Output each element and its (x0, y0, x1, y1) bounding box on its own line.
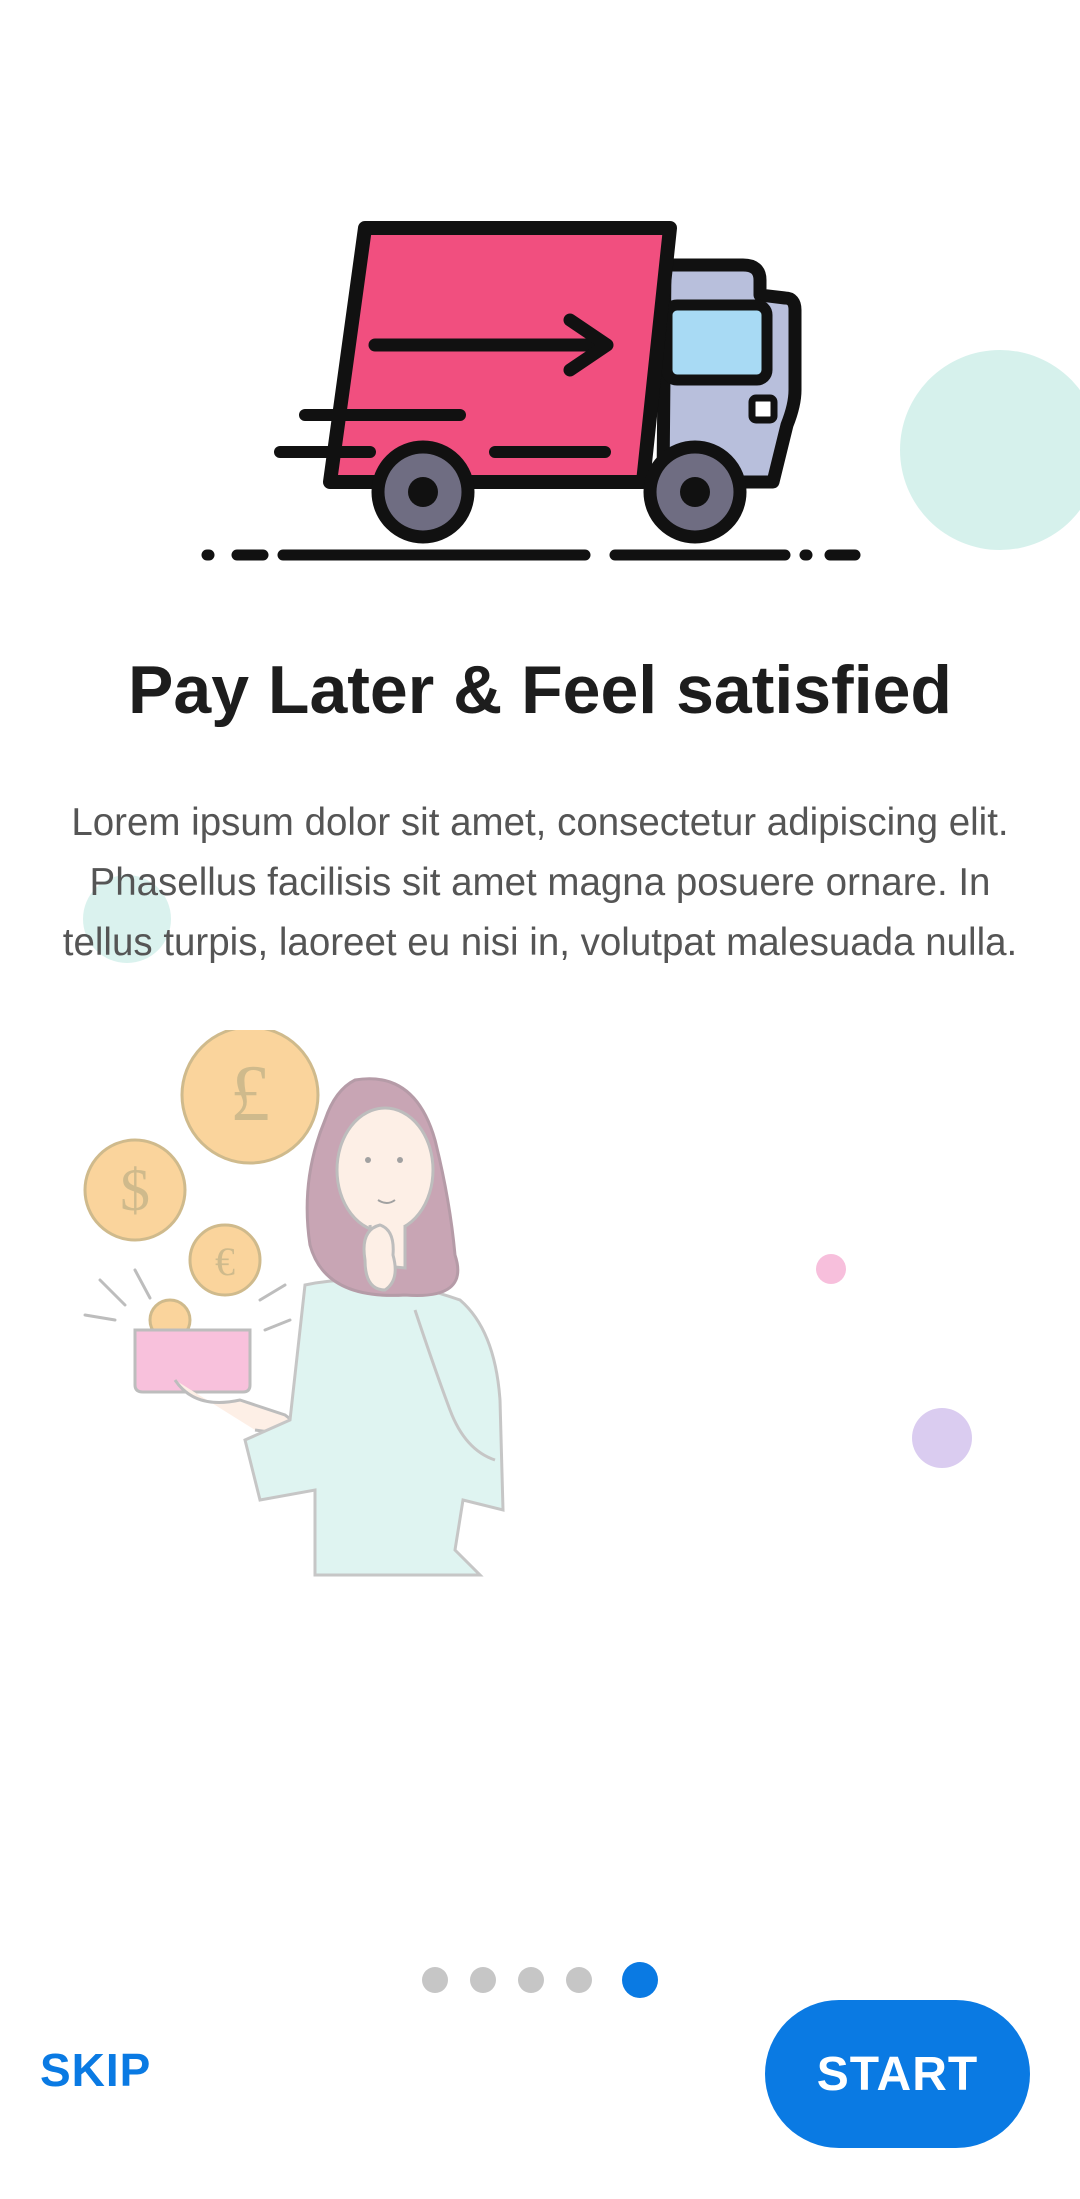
decorative-circle-purple (912, 1408, 972, 1468)
start-button[interactable]: START (765, 2000, 1030, 2148)
svg-text:€: € (215, 1239, 235, 1284)
onboarding-description: Lorem ipsum dolor sit amet, consectetur … (62, 801, 1018, 964)
page-dot[interactable] (518, 1967, 544, 1993)
page-dot-active[interactable] (622, 1962, 658, 1998)
page-indicator (0, 1962, 1080, 1998)
onboarding-title: Pay Later & Feel satisfied (128, 652, 952, 728)
decorative-circle-teal (900, 350, 1080, 550)
decorative-circle-pink (816, 1254, 846, 1284)
page-dot[interactable] (470, 1967, 496, 1993)
delivery-truck-icon (201, 221, 861, 561)
woman-thinking-coins-icon: £ $ € (83, 1030, 505, 1577)
svg-text:$: $ (120, 1157, 150, 1223)
page-dot[interactable] (422, 1967, 448, 1993)
svg-text:£: £ (230, 1050, 270, 1138)
skip-button[interactable]: SKIP (40, 2030, 151, 2110)
page-dot[interactable] (566, 1967, 592, 1993)
